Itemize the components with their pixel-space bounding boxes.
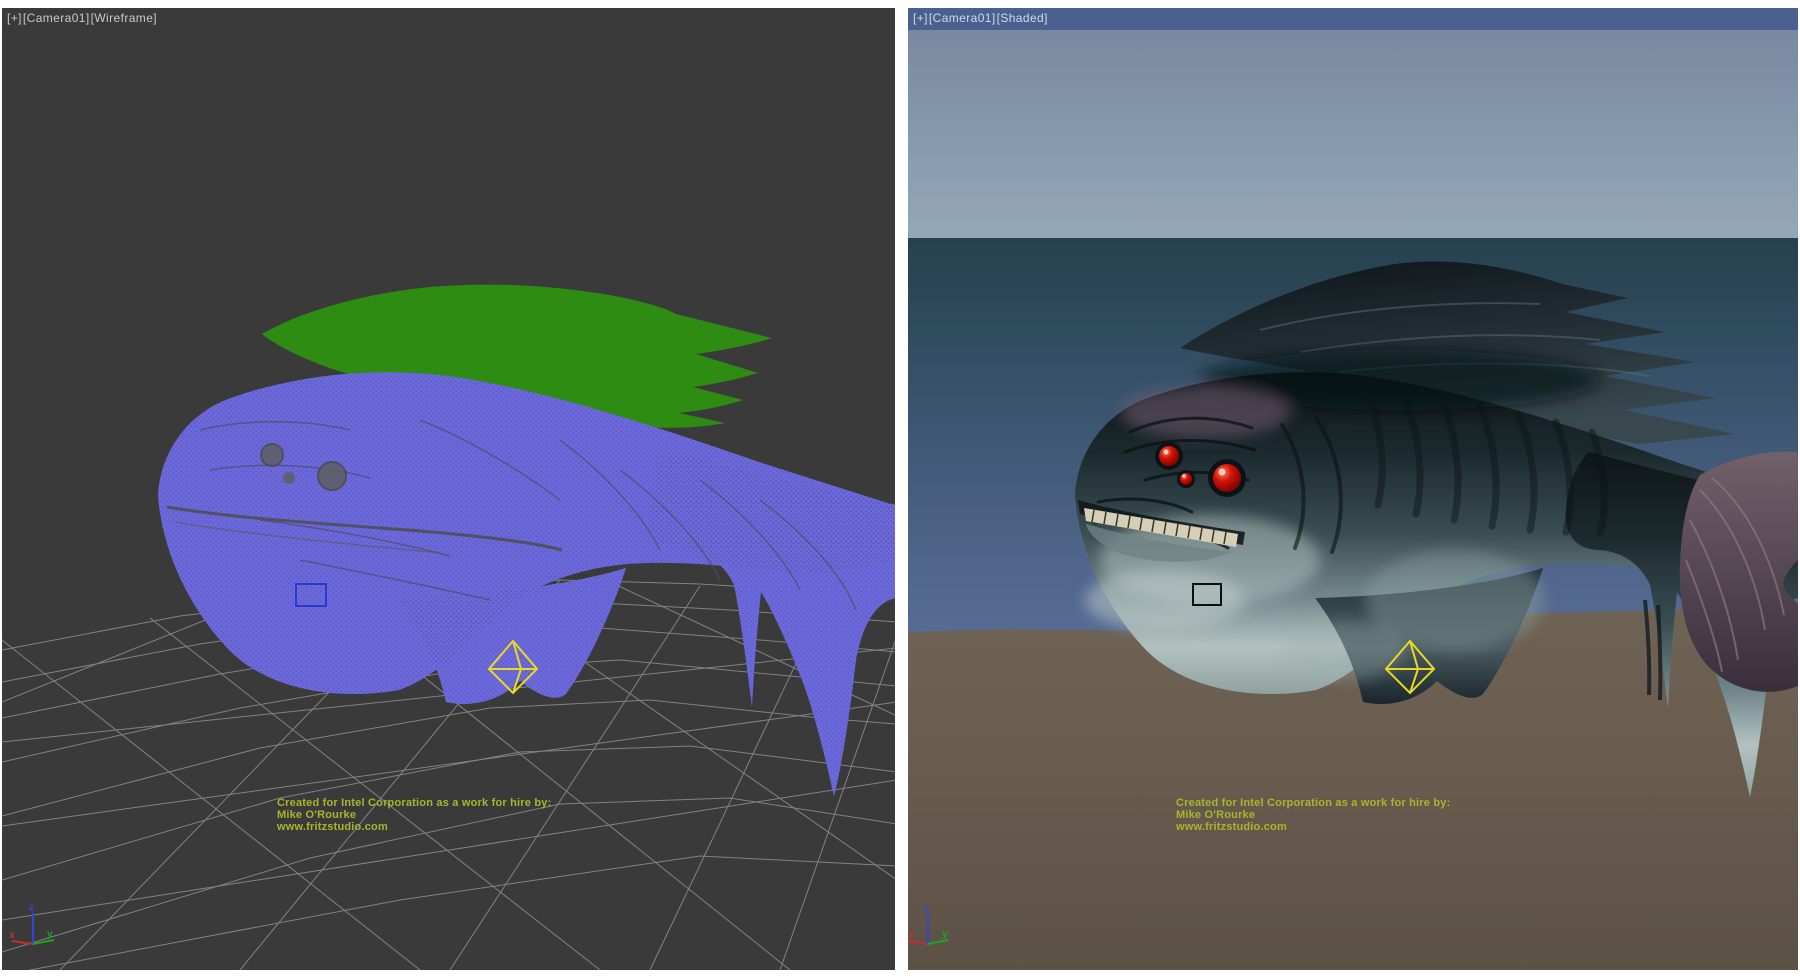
eye-glint-main	[1219, 469, 1226, 476]
viewport-label-shaded[interactable]: [+][Camera01][Shaded]	[913, 11, 1049, 25]
credit-overlay: Created for Intel Corporation as a work …	[277, 797, 551, 833]
viewport-menu-shading[interactable]: [Shaded]	[997, 11, 1048, 25]
red-eye-upper	[1159, 446, 1179, 466]
credit-line-3: www.fritzstudio.com	[277, 821, 551, 833]
viewport-label-wireframe[interactable]: [+][Camera01][Wireframe]	[7, 11, 158, 25]
head-purple-sheen	[1120, 386, 1290, 438]
credit-overlay: Created for Intel Corporation as a work …	[1176, 797, 1450, 833]
axis-z-label: z	[29, 902, 34, 913]
sky-backdrop	[908, 8, 1798, 240]
axis-x-label: x	[909, 929, 915, 940]
eye-glint-small	[1182, 474, 1186, 478]
red-eye-small	[1180, 473, 1192, 485]
max-dual-viewport-app: { "viewports": { "left": { "menus": { "g…	[0, 0, 1800, 978]
viewport-menu-pov[interactable]: [Camera01]	[929, 11, 996, 25]
viewport-menu-general[interactable]: [+]	[913, 11, 928, 25]
fish-eye-upper	[261, 444, 283, 466]
red-eye-main	[1213, 464, 1241, 492]
credit-line-2: Mike O'Rourke	[277, 809, 551, 821]
axis-y-label: y	[47, 929, 53, 940]
viewport-menu-general[interactable]: [+]	[7, 11, 22, 25]
credit-line-2: Mike O'Rourke	[1176, 809, 1450, 821]
axis-y-label: y	[942, 929, 948, 940]
fish-eye-main	[318, 462, 346, 490]
fish-eye-small	[283, 472, 295, 484]
viewport-wireframe[interactable]: x z y [+][Camera01][Wireframe] Created f…	[2, 8, 895, 970]
eye-glint-upper	[1164, 450, 1169, 455]
credit-line-1: Created for Intel Corporation as a work …	[1176, 797, 1450, 809]
axis-x-label: x	[9, 930, 15, 941]
viewport-shaded[interactable]: x z y [+][Camera01][Shaded] Created for …	[908, 8, 1798, 970]
credit-line-1: Created for Intel Corporation as a work …	[277, 797, 551, 809]
credit-line-3: www.fritzstudio.com	[1176, 821, 1450, 833]
axis-z-label: z	[924, 903, 929, 914]
viewport-menu-shading[interactable]: [Wireframe]	[91, 11, 157, 25]
viewport-menu-pov[interactable]: [Camera01]	[23, 11, 90, 25]
